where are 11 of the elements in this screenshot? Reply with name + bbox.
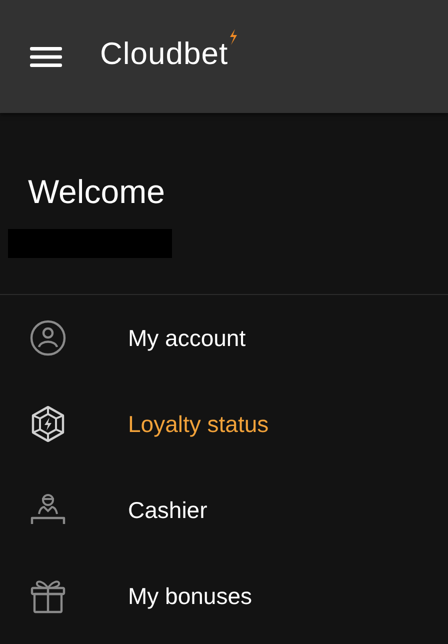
menu-item[interactable]: Loyalty status [0, 381, 448, 467]
gem-bolt-icon [30, 406, 66, 442]
welcome-title: Welcome [28, 173, 166, 211]
bolt-icon [229, 29, 238, 45]
menu-item[interactable]: My bonuses [0, 553, 448, 639]
logo-text[interactable]: Cloudbet [100, 38, 228, 69]
gift-icon [30, 578, 66, 614]
user-circle-icon [30, 320, 66, 356]
menu-item[interactable]: My account [0, 295, 448, 381]
menu-item[interactable]: Cashier [0, 467, 448, 553]
menu-icon[interactable] [30, 46, 62, 66]
